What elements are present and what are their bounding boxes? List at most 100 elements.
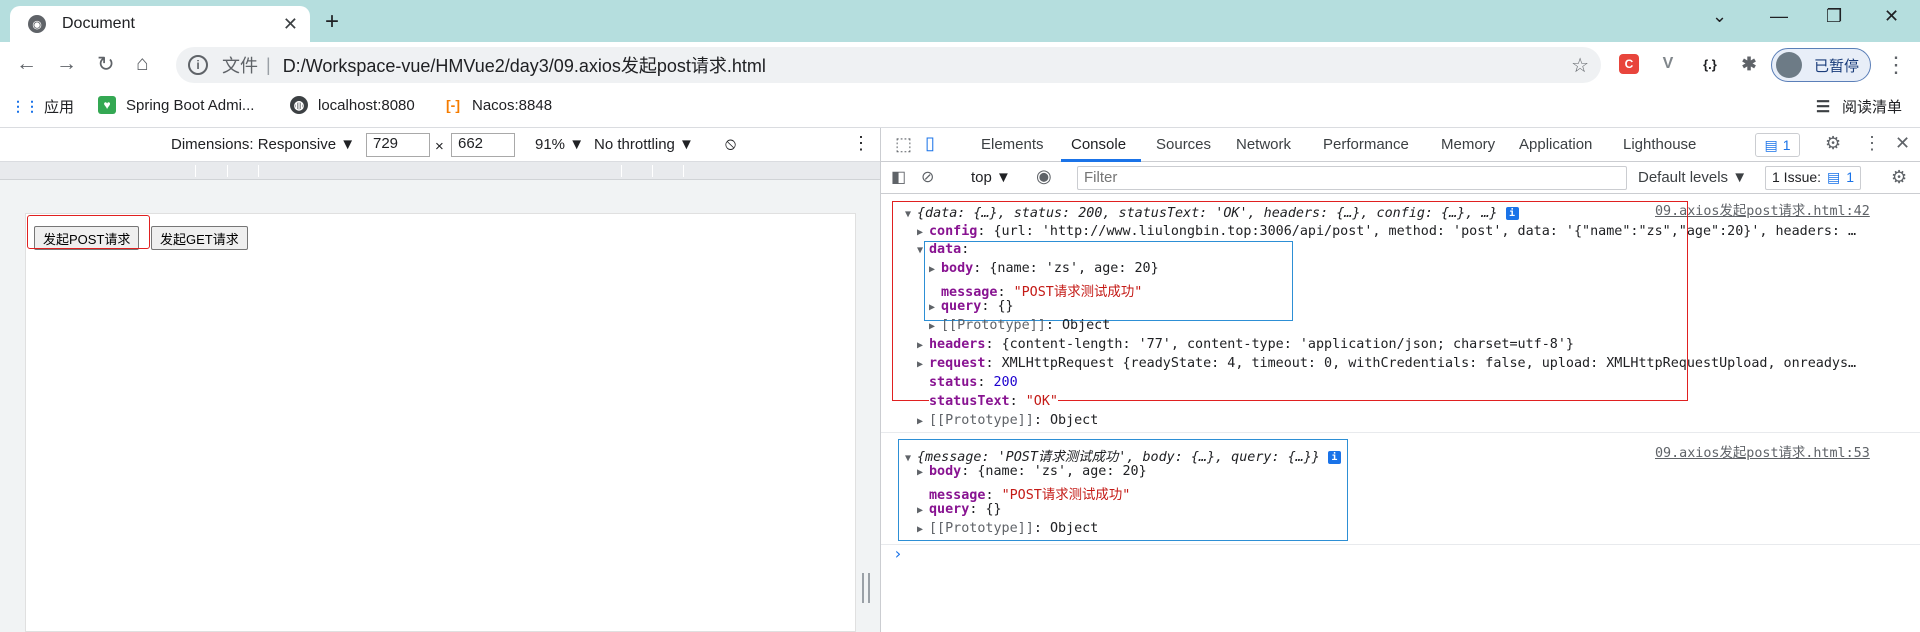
live-expression-eye-icon[interactable]: ◉	[1036, 166, 1052, 187]
reload-icon[interactable]: ↻	[97, 52, 115, 77]
bookmark-label: Spring Boot Admi...	[126, 96, 255, 114]
property-value: XMLHttpRequest {readyState: 4, timeout: …	[1001, 356, 1857, 371]
viewport-resize-handle[interactable]	[862, 573, 870, 603]
property-value: {content-length: '77', content-type: 'ap…	[1001, 337, 1574, 352]
sidebar-toggle-icon[interactable]: ◧	[891, 167, 906, 187]
bookmark-star-icon[interactable]: ☆	[1571, 53, 1589, 78]
issues-counter-button[interactable]: ▤ 1	[1755, 133, 1800, 157]
tab-performance[interactable]: Performance	[1323, 136, 1409, 153]
device-options-menu-icon[interactable]: ⋮	[852, 133, 870, 154]
apps-grid-icon: ⋮⋮	[11, 98, 39, 114]
log-levels-select[interactable]: Default levels ▼	[1638, 169, 1747, 186]
bookmark-spring-boot-admin[interactable]: ♥ Spring Boot Admi...	[98, 96, 254, 114]
property-prototype[interactable]: ▶ [[Prototype]]: Object	[917, 413, 1098, 428]
log-entry-summary[interactable]: ▼ {data: {…}, status: 200, statusText: 'O…	[905, 206, 1519, 221]
browser-tab-strip: ◉ Document ✕ + ⌄ — ❐ ✕	[0, 0, 1920, 42]
minimize-window-button[interactable]: —	[1770, 6, 1788, 27]
profile-button[interactable]: 已暂停	[1771, 48, 1871, 82]
throttling-select[interactable]: No throttling ▼	[594, 136, 694, 153]
bookmark-nacos[interactable]: [-] Nacos:8848	[444, 96, 552, 114]
zoom-select[interactable]: 91% ▼	[535, 136, 584, 153]
bookmarks-bar: ⋮⋮ 应用 ♥ Spring Boot Admi... ◍ localhost:…	[0, 88, 1920, 128]
console-prompt-icon[interactable]: ›	[893, 544, 903, 563]
media-query-ruler[interactable]	[0, 162, 880, 180]
reading-list-button[interactable]: ☰ 阅读清单	[1814, 96, 1902, 117]
property-value: {name: 'zs', age: 20}	[977, 464, 1147, 479]
property-message[interactable]: message: "POST请求测试成功"	[941, 280, 1142, 300]
tab-console[interactable]: Console	[1071, 136, 1126, 153]
extension-json-icon[interactable]: {.}	[1697, 54, 1723, 74]
dimensions-select[interactable]: Dimensions: Responsive ▼	[171, 136, 355, 153]
devtools-menu-icon[interactable]: ⋮	[1863, 133, 1881, 154]
context-select[interactable]: top ▼	[971, 169, 1011, 186]
property-body[interactable]: ▶ body: {name: 'zs', age: 20}	[929, 261, 1159, 276]
forward-arrow-icon[interactable]: →	[56, 52, 77, 76]
bookmark-apps[interactable]: ⋮⋮ 应用	[11, 96, 75, 117]
browser-tab[interactable]: ◉ Document ✕	[10, 6, 310, 42]
restore-window-button[interactable]: ❐	[1826, 6, 1842, 27]
property-key: body	[929, 464, 962, 479]
issues-button[interactable]: 1 Issue: ▤ 1	[1765, 166, 1862, 190]
property-value: {name: 'zs', age: 20}	[989, 261, 1159, 276]
site-info-icon[interactable]: i	[188, 55, 208, 75]
close-devtools-icon[interactable]: ✕	[1895, 133, 1910, 154]
device-viewport-pane: Dimensions: Responsive ▼ 729 × 662 91% ▼…	[0, 128, 880, 632]
address-bar[interactable]: i 文件 | D:/Workspace-vue/HMVue2/day3/09.a…	[176, 47, 1601, 83]
property-request[interactable]: ▶ request: XMLHttpRequest {readyState: 4,…	[917, 356, 1856, 371]
console-filter-input[interactable]: Filter	[1077, 166, 1627, 190]
viewport-height-input[interactable]: 662	[451, 133, 515, 157]
tab-lighthouse[interactable]: Lighthouse	[1623, 136, 1696, 153]
property-message[interactable]: message: "POST请求测试成功"	[929, 483, 1130, 503]
back-arrow-icon[interactable]: ←	[16, 52, 37, 76]
tab-sources[interactable]: Sources	[1156, 136, 1211, 153]
rotate-icon[interactable]: ⦸	[725, 134, 736, 154]
console-settings-gear-icon[interactable]: ⚙	[1891, 167, 1907, 188]
property-query[interactable]: ▶ query: {}	[929, 299, 1014, 314]
log-entry-summary[interactable]: ▼ {message: 'POST请求测试成功', body: {…}, quer…	[905, 445, 1341, 465]
property-query[interactable]: ▶ query: {}	[917, 502, 1002, 517]
property-headers[interactable]: ▶ headers: {content-length: '77', content…	[917, 337, 1574, 352]
bookmark-label: 应用	[44, 99, 75, 116]
property-statustext[interactable]: statusText: "OK"	[929, 394, 1058, 409]
property-value: "POST请求测试成功"	[1013, 285, 1143, 300]
property-key: [[Prototype]]	[941, 318, 1046, 333]
property-key: [[Prototype]]	[929, 521, 1034, 536]
clear-console-icon[interactable]: ⊘	[921, 167, 934, 187]
tab-search-chevron-icon[interactable]: ⌄	[1712, 6, 1727, 27]
devtools-tab-bar: ⬚ ▯ Elements Console Sources Network Per…	[881, 128, 1920, 162]
ruler-segment	[227, 165, 228, 177]
viewport-width-input[interactable]: 729	[366, 133, 430, 157]
extension-v-icon[interactable]: V	[1658, 54, 1678, 74]
url-text[interactable]: D:/Workspace-vue/HMVue2/day3/09.axios发起p…	[283, 52, 766, 78]
property-config[interactable]: ▶ config: {url: 'http://www.liulongbin.to…	[917, 224, 1856, 239]
device-toggle-icon[interactable]: ▯	[925, 133, 935, 154]
home-icon[interactable]: ⌂	[136, 52, 149, 76]
object-summary: {message: 'POST请求测试成功', body: {…}, query…	[917, 450, 1320, 465]
tab-elements[interactable]: Elements	[981, 136, 1044, 153]
close-window-button[interactable]: ✕	[1884, 6, 1899, 27]
expand-triangle-icon: ▼	[917, 245, 924, 256]
property-prototype[interactable]: ▶ [[Prototype]]: Object	[917, 521, 1098, 536]
ruler-segment	[195, 165, 196, 177]
browser-menu-icon[interactable]: ⋮	[1885, 52, 1907, 78]
extension-c-icon[interactable]: C	[1619, 54, 1639, 74]
property-data[interactable]: ▼ data:	[917, 242, 969, 257]
tab-network[interactable]: Network	[1236, 136, 1291, 153]
tab-application[interactable]: Application	[1519, 136, 1592, 153]
device-toolbar: Dimensions: Responsive ▼ 729 × 662 91% ▼…	[0, 128, 880, 162]
close-tab-icon[interactable]: ✕	[283, 14, 298, 35]
tab-memory[interactable]: Memory	[1441, 136, 1495, 153]
property-body[interactable]: ▶ body: {name: 'zs', age: 20}	[917, 464, 1147, 479]
nacos-icon: [-]	[446, 97, 460, 113]
inspect-element-icon[interactable]: ⬚	[895, 134, 912, 155]
property-prototype[interactable]: ▶ [[Prototype]]: Object	[929, 318, 1110, 333]
property-key: status	[929, 375, 978, 390]
get-request-button[interactable]: 发起GET请求	[151, 226, 248, 250]
settings-gear-icon[interactable]: ⚙	[1825, 133, 1841, 154]
issue-label: 1 Issue:	[1772, 169, 1822, 185]
extensions-puzzle-icon[interactable]: ✱	[1739, 54, 1759, 74]
bookmark-localhost[interactable]: ◍ localhost:8080	[290, 96, 415, 114]
property-status[interactable]: status: 200	[929, 375, 1018, 390]
source-link[interactable]: 09.axios发起post请求.html:53	[1655, 441, 1870, 461]
new-tab-button[interactable]: +	[325, 8, 339, 36]
